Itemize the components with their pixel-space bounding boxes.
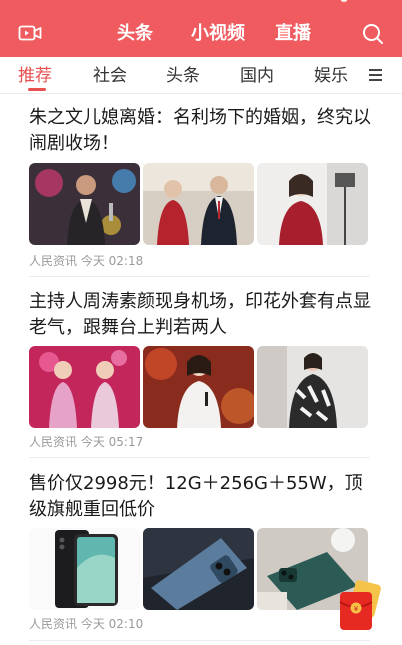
news-meta: 人民资讯 今天 02:10 [29,616,143,632]
news-thumbnail[interactable] [143,528,254,610]
news-source: 人民资讯 [29,254,78,268]
divider [29,276,370,277]
red-envelope-icon[interactable]: ¥ [334,578,386,632]
news-source: 人民资讯 [29,435,78,449]
tab-toutiao[interactable]: 头条 [117,22,153,46]
tab-short-video[interactable]: 小视频 [191,22,245,46]
svg-text:¥: ¥ [354,605,359,613]
news-thumbnail[interactable] [257,163,368,245]
news-meta: 人民资讯 今天 05:17 [29,434,143,450]
active-tab-indicator [28,88,46,91]
channel-tab-recommend[interactable]: 推荐 [18,65,52,87]
status-dot [340,0,348,2]
video-camera-icon[interactable] [18,24,42,42]
divider [29,457,370,458]
news-title[interactable]: 朱之文儿媳离婚：名利场下的婚姻，终究以闹剧收场！ [29,105,374,157]
news-title[interactable]: 售价仅2998元！12G＋256G＋55W，顶级旗舰重回低价 [29,471,374,523]
tab-live[interactable]: 直播 [275,22,311,46]
news-source: 人民资讯 [29,617,78,631]
news-time: 今天 05:17 [80,435,144,449]
channel-tab-headlines[interactable]: 头条 [166,65,200,87]
news-meta: 人民资讯 今天 02:18 [29,253,143,269]
news-thumbnail[interactable] [257,346,368,428]
news-thumbnail[interactable] [143,163,254,245]
divider [29,640,370,641]
news-thumbnail[interactable] [29,163,140,245]
news-time: 今天 02:18 [80,254,144,268]
channel-tab-society[interactable]: 社会 [93,65,127,87]
status-bar [340,0,388,2]
news-thumbnail[interactable] [29,346,140,428]
top-header: 头条 小视频 直播 [0,0,402,57]
news-title[interactable]: 主持人周涛素颜现身机场，印花外套有点显老气，跟舞台上判若两人 [29,289,374,341]
search-icon[interactable] [361,22,385,46]
news-time: 今天 02:10 [80,617,144,631]
hamburger-menu-icon[interactable] [369,69,382,81]
news-thumbnail[interactable] [29,528,140,610]
channel-tab-domestic[interactable]: 国内 [240,65,274,87]
channel-tab-entertainment[interactable]: 娱乐 [314,65,348,87]
channel-tabs: 推荐 社会 头条 国内 娱乐 [0,57,402,94]
news-thumbnail[interactable] [143,346,254,428]
